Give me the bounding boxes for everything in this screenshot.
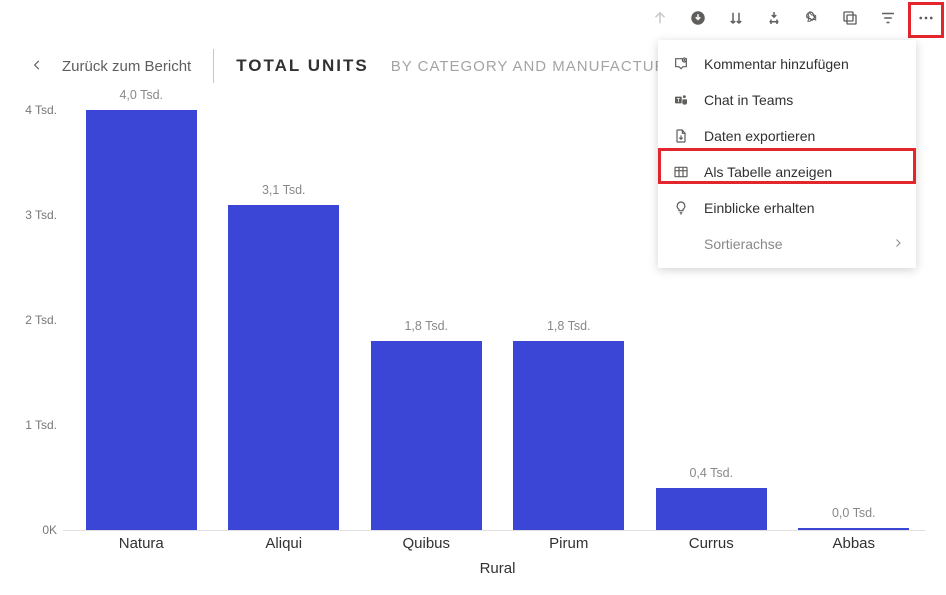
bar[interactable] bbox=[798, 528, 909, 530]
menu-item-label: Als Tabelle anzeigen bbox=[704, 164, 832, 180]
header-separator bbox=[213, 49, 214, 83]
expand-all-icon[interactable] bbox=[764, 8, 784, 28]
export-icon bbox=[672, 127, 690, 145]
pin-icon[interactable] bbox=[802, 8, 822, 28]
bar-column: 3,1 Tsd. bbox=[213, 110, 356, 530]
bar[interactable] bbox=[513, 341, 624, 530]
bar-column: 1,8 Tsd. bbox=[355, 110, 498, 530]
x-tick: Pirum bbox=[498, 535, 641, 552]
menu-get-insights[interactable]: Einblicke erhalten bbox=[658, 190, 916, 226]
visual-subtitle: BY CATEGORY AND MANUFACTURER bbox=[391, 58, 690, 75]
y-tick: 3 Tsd. bbox=[25, 208, 57, 222]
teams-icon: T bbox=[672, 91, 690, 109]
drill-up-icon[interactable] bbox=[650, 8, 670, 28]
x-tick: Aliqui bbox=[213, 535, 356, 552]
menu-show-as-table[interactable]: Als Tabelle anzeigen bbox=[658, 154, 916, 190]
bar[interactable] bbox=[371, 341, 482, 530]
insights-icon bbox=[672, 199, 690, 217]
menu-item-label: Einblicke erhalten bbox=[704, 200, 815, 216]
menu-add-comment[interactable]: Kommentar hinzufügen bbox=[658, 46, 916, 82]
menu-item-label: Chat in Teams bbox=[704, 92, 793, 108]
blank-icon bbox=[672, 235, 690, 253]
bar[interactable] bbox=[86, 110, 197, 530]
y-tick: 1 Tsd. bbox=[25, 418, 57, 432]
comment-icon bbox=[672, 55, 690, 73]
y-tick: 2 Tsd. bbox=[25, 313, 57, 327]
bar[interactable] bbox=[228, 205, 339, 531]
bar-value-label: 1,8 Tsd. bbox=[404, 319, 448, 333]
bar-value-label: 4,0 Tsd. bbox=[119, 88, 163, 102]
x-tick: Quibus bbox=[355, 535, 498, 552]
table-icon bbox=[672, 163, 690, 181]
chart-baseline bbox=[63, 530, 925, 531]
y-tick: 4 Tsd. bbox=[25, 103, 57, 117]
bar-column: 4,0 Tsd. bbox=[70, 110, 213, 530]
menu-item-label: Daten exportieren bbox=[704, 128, 815, 144]
menu-item-label: Kommentar hinzufügen bbox=[704, 56, 849, 72]
menu-item-label: Sortierachse bbox=[704, 236, 783, 252]
filter-icon[interactable] bbox=[878, 8, 898, 28]
back-to-report-link[interactable]: Zurück zum Bericht bbox=[62, 58, 191, 75]
bar-value-label: 1,8 Tsd. bbox=[547, 319, 591, 333]
y-tick: 0K bbox=[42, 523, 57, 537]
menu-chat-teams[interactable]: T Chat in Teams bbox=[658, 82, 916, 118]
bar-value-label: 0,4 Tsd. bbox=[689, 466, 733, 480]
bar-column: 1,8 Tsd. bbox=[498, 110, 641, 530]
visual-toolbar bbox=[650, 8, 936, 28]
focus-mode-icon[interactable] bbox=[840, 8, 860, 28]
x-tick: Currus bbox=[640, 535, 783, 552]
menu-export-data[interactable]: Daten exportieren bbox=[658, 118, 916, 154]
x-tick: Abbas bbox=[783, 535, 926, 552]
bar-value-label: 0,0 Tsd. bbox=[832, 506, 876, 520]
more-options-icon[interactable] bbox=[916, 8, 936, 28]
menu-sort-axis[interactable]: Sortierachse bbox=[658, 226, 916, 262]
expand-down-icon[interactable] bbox=[726, 8, 746, 28]
bar[interactable] bbox=[656, 488, 767, 530]
x-axis-label: Rural bbox=[70, 560, 925, 577]
back-chevron-icon[interactable] bbox=[30, 56, 44, 77]
more-options-menu: Kommentar hinzufügen T Chat in Teams Dat… bbox=[658, 40, 916, 268]
chevron-right-icon bbox=[892, 236, 904, 252]
drill-down-icon[interactable] bbox=[688, 8, 708, 28]
x-tick: Natura bbox=[70, 535, 213, 552]
y-axis: 0K1 Tsd.2 Tsd.3 Tsd.4 Tsd. bbox=[15, 110, 63, 530]
visual-title: TOTAL UNITS bbox=[236, 56, 369, 76]
bar-value-label: 3,1 Tsd. bbox=[262, 183, 306, 197]
x-axis: NaturaAliquiQuibusPirumCurrusAbbas bbox=[70, 535, 925, 552]
